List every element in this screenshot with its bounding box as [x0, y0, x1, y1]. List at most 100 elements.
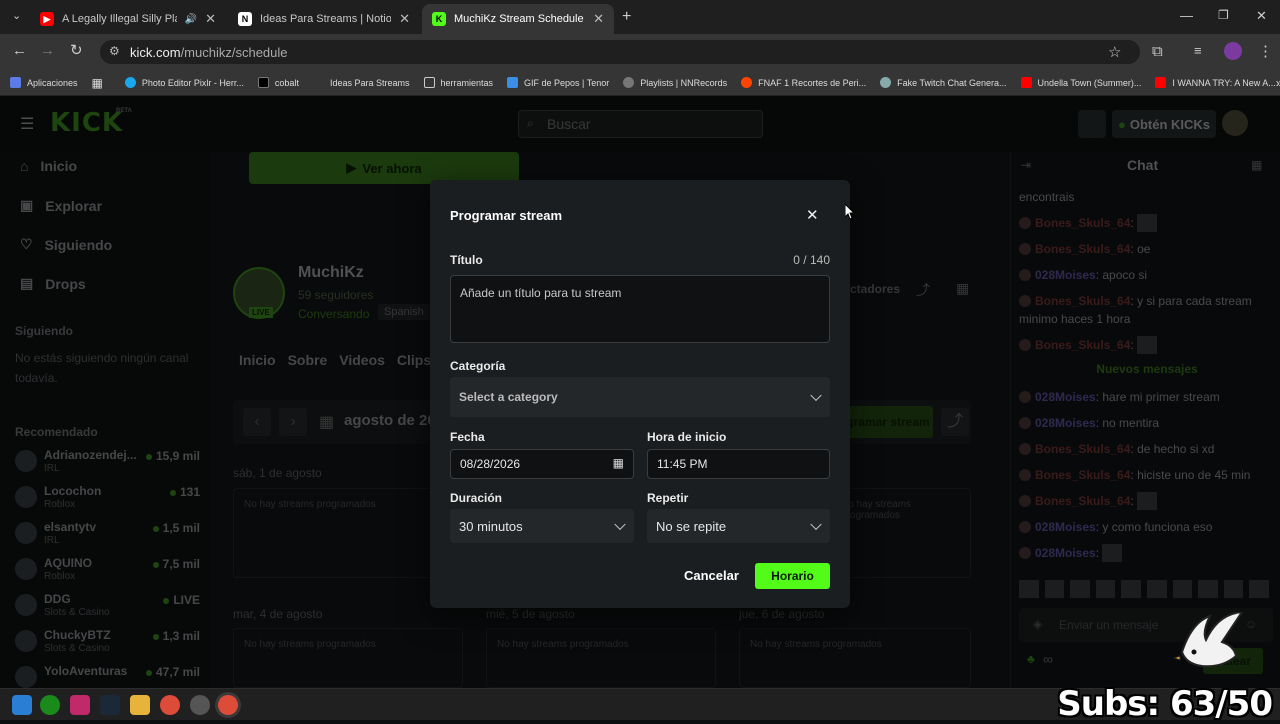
xbox-icon[interactable] [40, 695, 60, 715]
chevron-down-icon [614, 518, 626, 531]
bookmark-label: I WANNA TRY: A New A... [1172, 77, 1276, 88]
back-icon[interactable]: ← [12, 42, 27, 59]
duration-label: Duración [450, 491, 503, 505]
extensions-icon[interactable]: ⧉ [1152, 43, 1163, 60]
bookmark-item[interactable]: Fake Twitch Chat Genera... [880, 77, 1007, 88]
site-info-icon[interactable]: ⚙ [109, 44, 120, 58]
category-placeholder: Select a category [459, 390, 558, 404]
close-icon[interactable]: ✕ [399, 11, 410, 27]
title-char-counter: 0 / 140 [793, 253, 830, 267]
chevron-down-icon [810, 389, 822, 402]
file-explorer-icon[interactable] [130, 695, 150, 715]
apps-grid-icon [10, 77, 21, 88]
cancel-button[interactable]: Cancelar [684, 568, 739, 583]
repeat-select[interactable]: No se repite [647, 509, 830, 543]
schedule-submit-button[interactable]: Horario [755, 563, 830, 589]
modal-title: Programar stream [450, 208, 562, 223]
bookmark-item[interactable]: Photo Editor Pixlr - Herr... [124, 77, 244, 88]
url-domain: kick.com [130, 44, 181, 60]
reload-icon[interactable]: ↻ [70, 41, 83, 59]
duration-value: 30 minutos [459, 518, 523, 534]
bookmark-item[interactable]: I WANNA TRY: A New A... [1155, 77, 1276, 88]
kick-icon: K [432, 12, 446, 26]
forward-icon[interactable]: → [40, 42, 55, 59]
close-icon[interactable]: ✕ [806, 206, 819, 224]
repeat-label: Repetir [647, 491, 689, 505]
obs-icon[interactable] [190, 695, 210, 715]
bookmark-label: Fake Twitch Chat Genera... [897, 77, 1007, 88]
reddit-icon [741, 77, 753, 88]
grid-icon: ▦ [91, 75, 103, 90]
start-time-input[interactable]: 11:45 PM [647, 449, 830, 479]
schedule-stream-modal: Programar stream ✕ Título 0 / 140 Añade … [430, 180, 850, 608]
more-bookmarks-icon[interactable]: » [1276, 76, 1280, 90]
calendar-icon[interactable]: ▦ [613, 456, 624, 470]
notion-small-icon [313, 77, 324, 88]
category-label: Categoría [450, 359, 506, 373]
cobalt-icon [257, 77, 269, 88]
pigeon-sticker-icon [1172, 612, 1244, 668]
bookmark-label: herramientas [440, 77, 494, 88]
category-select[interactable]: Select a category [450, 377, 830, 417]
bookmark-label: Playlists | NNRecords [640, 77, 728, 88]
youtube-icon: ▶ [40, 12, 54, 26]
notion-icon: N [238, 12, 252, 26]
duration-select[interactable]: 30 minutos [450, 509, 634, 543]
menu-icon[interactable]: ⋮ [1258, 42, 1273, 60]
bookmark-item[interactable]: cobalt [257, 77, 299, 88]
chrome-active-icon[interactable] [218, 695, 238, 715]
bookmark-item[interactable]: Undella Town (Summer)... [1020, 77, 1142, 88]
bookmark-label: Undella Town (Summer)... [1037, 77, 1142, 88]
tab-title: MuchiKz Stream Schedule - Watch Liv [454, 13, 585, 25]
start-time-value: 11:45 PM [657, 457, 708, 471]
repeat-value: No se repite [656, 518, 727, 534]
close-window-button[interactable]: ✕ [1256, 8, 1267, 24]
youtube-icon [1020, 77, 1032, 88]
bookmark-label: Ideas Para Streams [329, 77, 410, 88]
mouse-cursor-icon [845, 204, 855, 220]
chevron-down-icon [810, 518, 822, 531]
bookmark-label: cobalt [274, 77, 299, 88]
folder-icon [423, 77, 435, 88]
app-icon[interactable] [70, 695, 90, 715]
bookmark-grid[interactable]: ▦ [92, 76, 103, 90]
bookmark-item[interactable]: GIF de Pepos | Tenor [507, 77, 609, 88]
close-icon[interactable]: ✕ [593, 11, 604, 27]
maximize-button[interactable]: ❐ [1218, 8, 1229, 22]
date-label: Fecha [450, 430, 485, 444]
bookmark-item[interactable]: FNAF 1 Recortes de Peri... [741, 77, 866, 88]
close-icon[interactable]: ✕ [205, 11, 216, 27]
start-time-label: Hora de inicio [647, 430, 727, 444]
date-input[interactable]: 08/28/2026 ▦ [450, 449, 634, 479]
url-path: /muchikz/schedule [180, 44, 288, 60]
bookmark-item[interactable]: Aplicaciones [10, 77, 78, 88]
profile-avatar[interactable] [1224, 42, 1242, 60]
tab-search-icon[interactable]: ⌄ [12, 9, 21, 22]
youtube-icon [1155, 77, 1167, 88]
new-tab-button[interactable]: + [622, 8, 631, 26]
url-bar[interactable]: ⚙ kick.com/muchikz/schedule ☆ [100, 40, 1140, 64]
title-placeholder: Añade un título para tu stream [460, 286, 622, 300]
steam-icon[interactable] [100, 695, 120, 715]
tab-notion[interactable]: N Ideas Para Streams | Notion ✕ [228, 4, 420, 34]
subs-goal-overlay: Subs: 63/50 [1057, 684, 1273, 724]
date-value: 08/28/2026 [460, 457, 521, 471]
windows-start-icon[interactable] [12, 695, 32, 715]
nnrecords-icon [623, 77, 635, 88]
speaker-icon[interactable]: 🔊 [185, 14, 197, 25]
minimize-button[interactable]: — [1180, 8, 1193, 23]
pixlr-icon [124, 77, 136, 88]
media-control-icon[interactable]: ≡ [1194, 43, 1202, 58]
globe-icon [880, 77, 892, 88]
bookmark-item[interactable]: Playlists | NNRecords [623, 77, 727, 88]
stream-title-input[interactable]: Añade un título para tu stream [450, 275, 830, 343]
tab-kick[interactable]: K MuchiKz Stream Schedule - Watch Liv ✕ [422, 4, 614, 34]
bookmark-label: Aplicaciones [27, 77, 78, 88]
tab-title: A Legally Illegal Silly Playlist to Co [62, 13, 177, 25]
title-label: Título [450, 253, 483, 267]
bookmark-star-icon[interactable]: ☆ [1108, 43, 1121, 61]
tab-youtube[interactable]: ▶ A Legally Illegal Silly Playlist to Co… [30, 4, 226, 34]
bookmark-item[interactable]: Ideas Para Streams [313, 77, 410, 88]
bookmark-folder[interactable]: herramientas [423, 77, 494, 88]
chrome-icon[interactable] [160, 695, 180, 715]
